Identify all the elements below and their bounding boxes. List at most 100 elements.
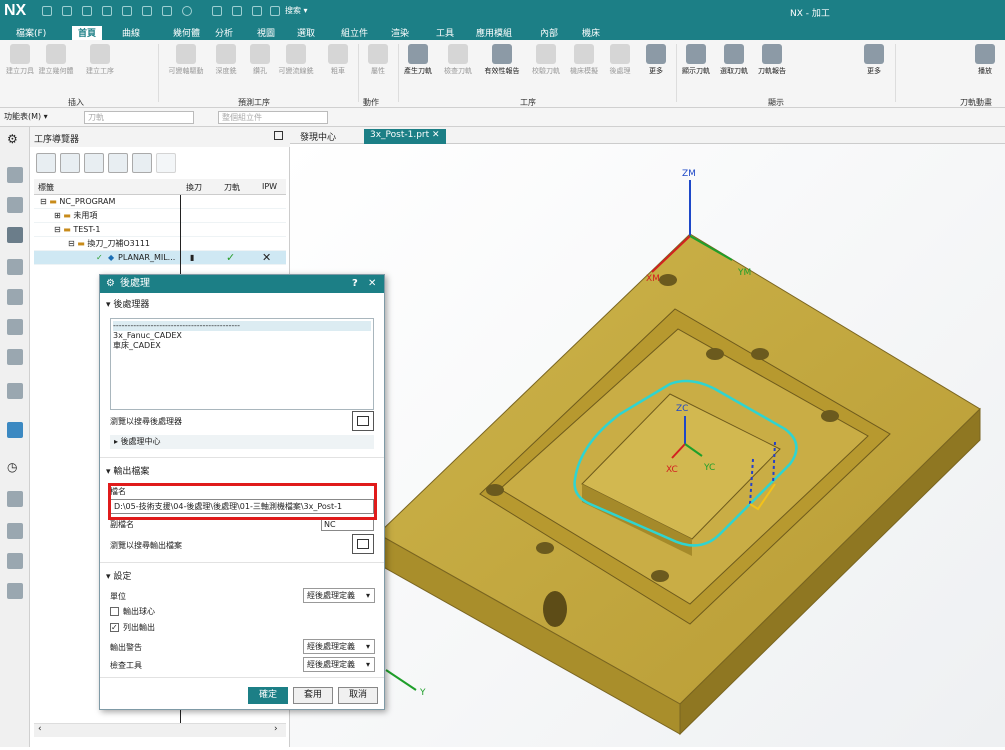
postprocessor-list[interactable]: ----------------------------------------…: [110, 318, 374, 410]
more-operations-button[interactable]: 更多: [638, 44, 674, 94]
redo-icon[interactable]: [82, 6, 92, 16]
menu-view[interactable]: 視圖: [257, 26, 275, 39]
tree-row[interactable]: ⊟ ▬ TEST-1: [34, 223, 286, 237]
collapse-icon[interactable]: ⊟: [54, 225, 63, 234]
menu-render[interactable]: 渲染: [391, 26, 409, 39]
window-switch-icon[interactable]: [270, 6, 280, 16]
copy-icon[interactable]: [122, 6, 132, 16]
palette-icon[interactable]: [7, 491, 23, 507]
menu-tools[interactable]: 工具: [436, 26, 454, 39]
create-geometry-button[interactable]: 建立幾何體: [38, 44, 74, 94]
operation-navigator-icon[interactable]: [7, 227, 23, 243]
output-ball-center-checkbox[interactable]: [110, 607, 119, 616]
assembly-navigator-icon[interactable]: [7, 197, 23, 213]
paste-icon[interactable]: [142, 6, 152, 16]
machine-tool-icon[interactable]: [7, 259, 23, 275]
machining-method-view-icon[interactable]: [108, 153, 128, 173]
program-order-view-icon[interactable]: [36, 153, 56, 173]
zlevel-mill-button[interactable]: 深度銑: [208, 44, 244, 94]
clock-icon[interactable]: ◷: [7, 459, 23, 475]
scroll-right-icon[interactable]: ›: [274, 724, 278, 734]
menu-internal[interactable]: 內部: [540, 26, 558, 39]
browse-output-button[interactable]: [352, 534, 374, 554]
toolpath-report-button[interactable]: 刀軌報告: [754, 44, 790, 94]
list-item[interactable]: ----------------------------------------…: [113, 321, 371, 331]
validity-report-button[interactable]: 有效性報告: [480, 44, 524, 94]
tree-row-selected[interactable]: ✓ ◆ PLANAR_MIL... ▮ ✓ ✕: [34, 251, 286, 265]
tab-part[interactable]: 3x_Post-1.prt ✕: [364, 129, 446, 144]
variable-axis-button[interactable]: 可變軸驅動: [168, 44, 204, 94]
cancel-button[interactable]: 取消: [338, 687, 378, 704]
menu-file[interactable]: 檔案(F): [16, 26, 46, 39]
list-output-checkbox[interactable]: ✓: [110, 623, 119, 632]
menu-home[interactable]: 首頁: [72, 26, 103, 40]
history-icon[interactable]: [7, 349, 23, 365]
verify-toolpath-button[interactable]: 檢查刀軌: [440, 44, 476, 94]
menu-applications[interactable]: 應用模組: [476, 26, 512, 39]
star-icon[interactable]: [182, 6, 192, 16]
select-toolpath-button[interactable]: 選取刀軌: [716, 44, 752, 94]
robot-icon[interactable]: [7, 583, 23, 599]
machine-tool-view-icon[interactable]: [60, 153, 80, 173]
part-navigator-icon[interactable]: [7, 167, 23, 183]
cut-icon[interactable]: [102, 6, 112, 16]
repeat-icon[interactable]: [162, 6, 172, 16]
ok-button[interactable]: 確定: [248, 687, 288, 704]
tree-row[interactable]: ⊟ ▬ NC_PROGRAM: [34, 195, 286, 209]
menu-analysis[interactable]: 分析: [215, 26, 233, 39]
maximize-icon[interactable]: [274, 131, 283, 140]
tab-discovery-center[interactable]: 發現中心: [294, 129, 342, 144]
drill-button[interactable]: 鑽孔: [242, 44, 278, 94]
postprocess-button[interactable]: 後處理: [602, 44, 638, 94]
scope-filter[interactable]: 整個組立件: [218, 111, 328, 124]
reuse-library-icon[interactable]: [7, 319, 23, 335]
scroll-left-icon[interactable]: ‹: [38, 724, 42, 734]
geometry-view-icon[interactable]: [84, 153, 104, 173]
system-material-icon[interactable]: [7, 383, 23, 399]
variable-streamline-button[interactable]: 可變流線銑: [278, 44, 314, 94]
menu-machine[interactable]: 機床: [582, 26, 600, 39]
close-icon[interactable]: ✕: [432, 130, 440, 140]
col-ipw[interactable]: IPW: [262, 182, 277, 191]
undo-icon[interactable]: [62, 6, 72, 16]
list-item[interactable]: 車床_CADEX: [113, 341, 371, 351]
tools-icon[interactable]: [7, 553, 23, 569]
play-button[interactable]: 播放: [968, 44, 1002, 94]
section-settings[interactable]: ▾ 設定: [106, 569, 131, 582]
menu-select[interactable]: 選取: [297, 26, 315, 39]
browse-pp-button[interactable]: [352, 411, 374, 431]
apply-button[interactable]: 套用: [293, 687, 333, 704]
list-item[interactable]: 3x_Fanuc_CADEX: [113, 331, 371, 341]
rough-turn-button[interactable]: 粗車: [320, 44, 356, 94]
properties-button[interactable]: 屬性: [360, 44, 396, 94]
window-icon[interactable]: [252, 6, 262, 16]
col-toolpath[interactable]: 刀軌: [224, 182, 240, 193]
function-menu[interactable]: 功能表(M) ▾: [4, 111, 48, 122]
unit-dropdown[interactable]: 經後處理定義 ▾: [303, 588, 375, 603]
delete-icon[interactable]: [156, 153, 176, 173]
section-postprocessors[interactable]: ▾ 後處理器: [106, 297, 149, 310]
section-output-file[interactable]: ▾ 輸出檔案: [106, 464, 149, 477]
col-label[interactable]: 標籤: [38, 182, 54, 193]
save-icon[interactable]: [42, 6, 52, 16]
tree-row[interactable]: ⊟ ▬ 換刀_刀補O3111: [34, 237, 286, 251]
web-browser-icon[interactable]: [7, 422, 23, 438]
machine-sim-button[interactable]: 機床模擬: [566, 44, 602, 94]
check-toolpath-button[interactable]: 校驗刀軌: [528, 44, 564, 94]
create-tool-button[interactable]: 建立刀具: [2, 44, 38, 94]
generate-toolpath-button[interactable]: 產生刀軌: [400, 44, 436, 94]
expand-icon[interactable]: ⊞: [54, 211, 63, 220]
close-icon[interactable]: ✕: [368, 275, 376, 293]
menu-geometry[interactable]: 幾何體: [173, 26, 200, 39]
output-warning-dropdown[interactable]: 經後處理定義 ▾: [303, 639, 375, 654]
menu-curve[interactable]: 曲線: [122, 26, 140, 39]
tree-row[interactable]: ⊞ ▬ 未用項: [34, 209, 286, 223]
col-toolchange[interactable]: 換刀: [186, 182, 202, 193]
collapse-icon[interactable]: ⊟: [68, 239, 77, 248]
insert-icon[interactable]: [132, 153, 152, 173]
search-menu[interactable]: 搜索 ▾: [285, 5, 308, 16]
feature-icon[interactable]: [7, 289, 23, 305]
collapse-icon[interactable]: ⊟: [40, 197, 49, 206]
create-operation-button[interactable]: 建立工序: [82, 44, 118, 94]
type-filter[interactable]: 刀軌: [84, 111, 194, 124]
